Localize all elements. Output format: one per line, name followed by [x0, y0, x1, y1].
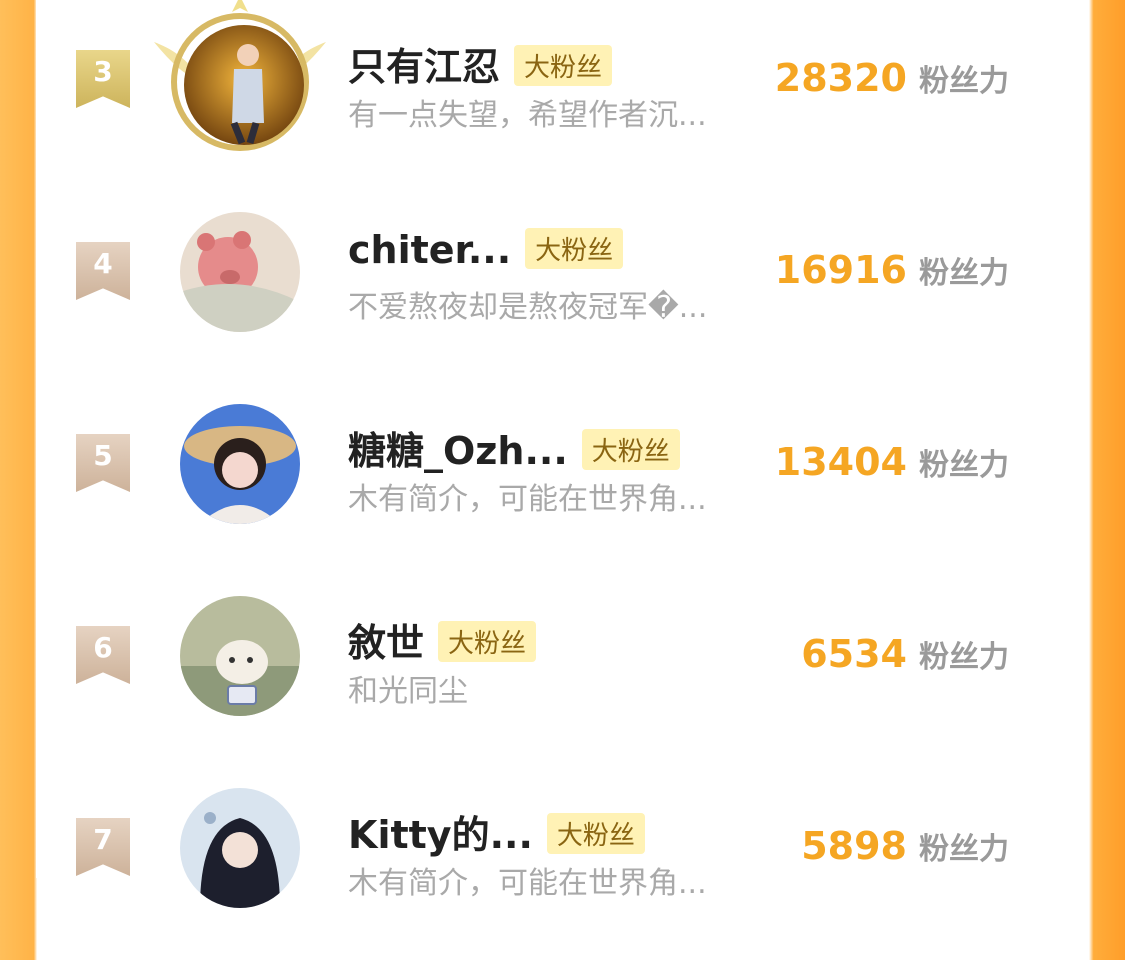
user-bio: 木有简介，可能在世界角... [348, 482, 707, 517]
rank-badge: 6 [76, 626, 130, 684]
fan-power-score: 13404 粉丝力 [775, 440, 1009, 484]
user-bio: 木有简介，可能在世界角... [348, 866, 707, 901]
avatar[interactable] [180, 596, 300, 716]
user-name[interactable]: chiter... 大粉丝 [348, 228, 624, 273]
avatar[interactable] [180, 788, 300, 908]
rank-badge: 5 [76, 434, 130, 492]
user-name-text: Kitty的... [348, 813, 533, 857]
fan-power-value: 6534 [801, 632, 907, 676]
fan-power-unit: 粉丝力 [919, 64, 1009, 99]
user-name-text: 敘世 [348, 621, 425, 665]
user-name[interactable]: Kitty的... 大粉丝 [348, 804, 645, 859]
rank-badge: 3 [76, 50, 130, 108]
fan-level-badge: 大粉丝 [438, 621, 537, 662]
user-name[interactable]: 敘世 大粉丝 [348, 612, 537, 667]
avatar[interactable] [184, 25, 304, 145]
avatar[interactable] [180, 404, 300, 524]
fan-power-value: 5898 [801, 824, 907, 868]
fan-power-unit: 粉丝力 [919, 256, 1009, 291]
list-item[interactable]: 4 chiter... 大粉丝 不爱熬夜却是熬夜冠军�... 16916 粉丝力 [36, 192, 1089, 384]
fan-power-unit: 粉丝力 [919, 832, 1009, 867]
fan-level-badge: 大粉丝 [514, 45, 613, 86]
fan-level-badge: 大粉丝 [581, 429, 680, 470]
user-name[interactable]: 糖糖_Ozh... 大粉丝 [348, 420, 680, 475]
list-item[interactable]: 3 只有江忍 大粉丝 有一点失望，希望作者沉... 28320 粉丝力 [36, 0, 1089, 192]
fan-power-unit: 粉丝力 [919, 640, 1009, 675]
user-bio: 不爱熬夜却是熬夜冠军�... [348, 290, 708, 325]
list-item[interactable]: 5 糖糖_Ozh... 大粉丝 木有简介，可能在世界角... 13404 粉丝力 [36, 384, 1089, 576]
rank-badge: 7 [76, 818, 130, 876]
fan-power-score: 6534 粉丝力 [801, 632, 1009, 676]
avatar[interactable] [180, 212, 300, 332]
list-item[interactable]: 7 Kitty的... 大粉丝 木有简介，可能在世界角... 5898 粉丝力 [36, 768, 1089, 960]
fan-power-unit: 粉丝力 [919, 448, 1009, 483]
user-bio: 有一点失望，希望作者沉... [348, 98, 707, 133]
fan-power-value: 16916 [774, 248, 907, 292]
fan-power-value: 13404 [774, 440, 907, 484]
rank-badge: 4 [76, 242, 130, 300]
fan-power-score: 5898 粉丝力 [801, 824, 1009, 868]
list-item[interactable]: 6 敘世 大粉丝 和光同尘 6534 粉丝力 [36, 576, 1089, 768]
fan-ranking-list: 3 只有江忍 大粉丝 有一点失望，希望作者沉... 28320 粉丝力 4 ch… [36, 0, 1089, 908]
user-name-text: 糖糖_Ozh... [348, 429, 568, 473]
fan-power-value: 28320 [774, 56, 907, 100]
fan-level-badge: 大粉丝 [546, 813, 645, 854]
user-bio: 和光同尘 [348, 674, 468, 709]
user-name[interactable]: 只有江忍 大粉丝 [348, 36, 613, 91]
fan-power-score: 28320 粉丝力 [775, 56, 1009, 100]
fan-level-badge: 大粉丝 [525, 228, 624, 269]
user-name-text: 只有江忍 [348, 45, 501, 89]
user-name-text: chiter... [348, 228, 512, 272]
fan-power-score: 16916 粉丝力 [775, 248, 1009, 292]
